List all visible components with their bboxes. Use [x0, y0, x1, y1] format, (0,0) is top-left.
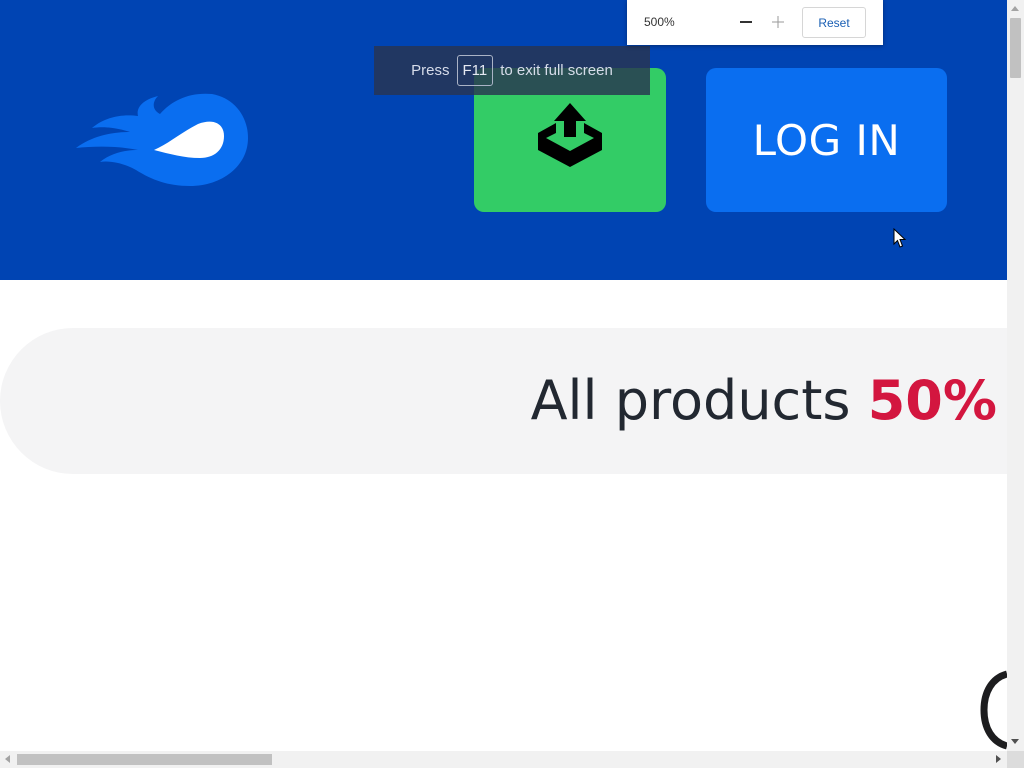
vertical-scrollbar-thumb[interactable]: [1010, 18, 1021, 78]
fullscreen-notice-key: F11: [456, 55, 494, 86]
minus-icon: [740, 21, 752, 23]
plus-icon: [772, 16, 784, 28]
fullscreen-notice: Press F11 to exit full screen: [374, 46, 650, 95]
promo-text: All products: [530, 369, 851, 432]
promo-heading: All products 50%: [531, 328, 997, 474]
zoom-popup: 500% Reset: [627, 0, 883, 45]
vertical-scrollbar[interactable]: [1007, 0, 1024, 751]
scroll-down-arrow-icon[interactable]: [1011, 739, 1019, 744]
scroll-left-arrow-icon[interactable]: [5, 755, 10, 763]
scroll-up-arrow-icon[interactable]: [1011, 6, 1019, 11]
scroll-right-arrow-icon[interactable]: [996, 755, 1001, 763]
zoom-out-button[interactable]: [736, 12, 756, 32]
horizontal-scrollbar[interactable]: [0, 751, 1007, 768]
login-button[interactable]: LOG IN: [706, 68, 947, 212]
horizontal-scrollbar-thumb[interactable]: [17, 754, 272, 765]
upload-box-icon: [535, 103, 605, 177]
zoom-in-button[interactable]: [768, 12, 788, 32]
flame-logo-icon[interactable]: [72, 88, 252, 188]
zoom-reset-button[interactable]: Reset: [802, 7, 866, 38]
mouse-cursor-icon: [893, 227, 907, 249]
scrollbar-corner: [1007, 751, 1024, 768]
fullscreen-notice-press: Press: [411, 62, 450, 79]
zoom-level: 500%: [644, 15, 675, 29]
partial-offscreen-element: [980, 668, 1007, 752]
fullscreen-notice-text: to exit full screen: [500, 62, 613, 79]
promo-banner: All products 50%: [0, 328, 1007, 474]
promo-discount: 50%: [867, 369, 997, 432]
